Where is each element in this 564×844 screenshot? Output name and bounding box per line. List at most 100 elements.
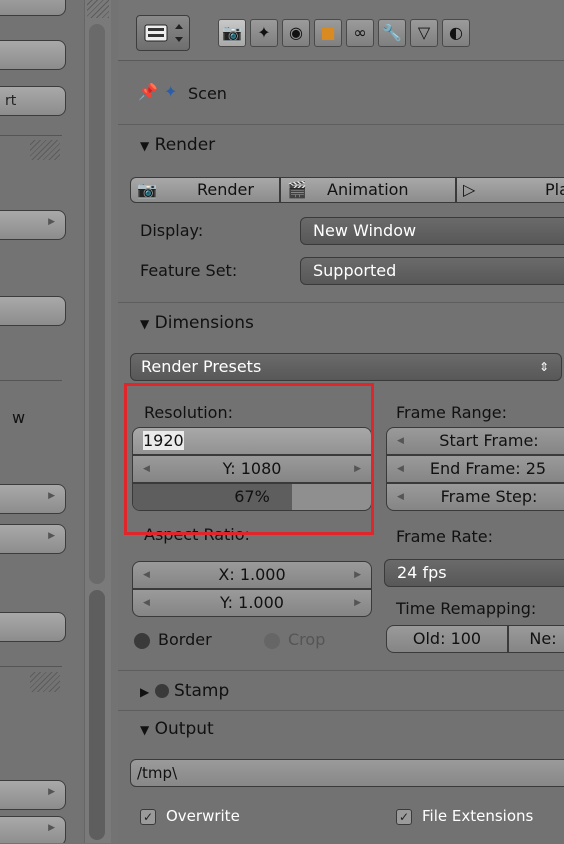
render-button[interactable]: 📷 Render <box>130 177 280 203</box>
time-remap-old-value: Old: 100 <box>412 629 482 648</box>
scene-icon: ✦ <box>257 23 271 42</box>
render-presets-label: Render Presets <box>141 357 262 376</box>
overwrite-label: Overwrite <box>166 807 240 825</box>
frame-step-value: Frame Step: <box>440 487 538 506</box>
resolution-x-field[interactable]: 1920 <box>132 427 372 455</box>
overwrite-checkbox[interactable]: ✓ <box>140 809 156 825</box>
left-dropdown-3[interactable]: ▶ <box>0 524 66 554</box>
stamp-section-header[interactable]: ▶ Stamp <box>140 681 229 701</box>
render-presets-dropdown[interactable]: Render Presets ⇕ <box>130 353 562 381</box>
expand-arrow-icon: ▼ <box>140 723 150 737</box>
tab-world[interactable]: ◉ <box>282 19 310 47</box>
border-checkbox[interactable] <box>134 633 150 649</box>
tab-render[interactable]: 📷 <box>218 19 246 47</box>
frame-range-label: Frame Range: <box>396 403 508 422</box>
resize-grip-icon[interactable] <box>30 672 60 692</box>
tab-object[interactable]: ■ <box>314 19 342 47</box>
border-label: Border <box>158 630 212 649</box>
aspect-ratio-label: Aspect Ratio: <box>144 525 250 544</box>
file-extensions-checkbox[interactable]: ✓ <box>396 809 412 825</box>
left-button-3[interactable]: rt <box>0 86 66 116</box>
dimensions-section-title: Dimensions <box>154 313 254 333</box>
corner-grip-icon[interactable] <box>87 0 109 18</box>
resolution-y-field[interactable]: ◀ Y: 1080 ▶ <box>132 455 372 483</box>
dimensions-section-header[interactable]: ▼ Dimensions <box>140 313 254 333</box>
left-button-5[interactable] <box>0 612 66 642</box>
pin-icon[interactable]: 📌 <box>138 82 158 101</box>
start-frame-value: Start Frame: <box>439 431 539 450</box>
tab-material[interactable]: ◐ <box>442 19 470 47</box>
editor-type-selector[interactable] <box>136 15 190 51</box>
resolution-percentage-slider[interactable]: 67% <box>132 483 372 511</box>
aspect-y-value: Y: 1.000 <box>220 593 284 612</box>
properties-panel: 📷 ✦ ◉ ■ ∞ 🔧 ▽ ◐ 📌 ✦ Scen ▼ Render 📷 Rend… <box>118 0 564 844</box>
increment-arrow-icon[interactable]: ▶ <box>354 590 361 616</box>
left-button-label: rt <box>5 93 17 109</box>
decrement-arrow-icon[interactable]: ◀ <box>397 456 404 482</box>
breadcrumb-scene[interactable]: Scen <box>188 84 227 103</box>
output-path-input[interactable]: /tmp\ <box>130 759 564 787</box>
aspect-x-field[interactable]: ◀ X: 1.000 ▶ <box>132 561 372 589</box>
decrement-arrow-icon[interactable]: ◀ <box>397 428 404 454</box>
left-scrollbar[interactable] <box>84 0 111 843</box>
display-label: Display: <box>140 221 204 240</box>
play-button[interactable]: ▷ Pla <box>456 177 564 203</box>
scrollbar-thumb[interactable] <box>89 590 105 840</box>
resolution-y-value: Y: 1080 <box>222 459 282 478</box>
display-dropdown[interactable]: New Window <box>300 217 564 245</box>
dimensions-section: ▼ Dimensions Render Presets ⇕ Resolution… <box>118 302 564 669</box>
clapperboard-icon: 🎬 <box>287 180 307 199</box>
time-remap-new-field[interactable]: Ne: <box>508 625 564 653</box>
animation-button-label: Animation <box>327 180 409 199</box>
properties-header: 📷 ✦ ◉ ■ ∞ 🔧 ▽ ◐ <box>118 0 564 61</box>
tab-constraints[interactable]: ∞ <box>346 19 374 47</box>
resize-grip-icon[interactable] <box>30 140 60 160</box>
frame-step-field[interactable]: ◀ Frame Step: <box>386 483 564 511</box>
time-remap-new-value: Ne: <box>529 629 557 648</box>
render-button-label: Render <box>197 180 254 199</box>
output-section-header[interactable]: ▼ Output <box>140 719 214 739</box>
left-button-2[interactable] <box>0 40 66 70</box>
scene-icon: ✦ <box>164 82 178 101</box>
dropdown-arrow-icon: ▶ <box>48 531 55 541</box>
resolution-percentage-value: 67% <box>234 487 270 506</box>
left-dropdown-5[interactable]: ▶ <box>0 816 66 843</box>
render-camera-icon: 📷 <box>137 180 157 199</box>
crop-checkbox[interactable] <box>264 633 280 649</box>
tab-scene[interactable]: ✦ <box>250 19 278 47</box>
render-section-header[interactable]: ▼ Render <box>140 135 215 155</box>
feature-set-dropdown[interactable]: Supported <box>300 257 564 285</box>
time-remap-old-field[interactable]: Old: 100 <box>386 625 508 653</box>
end-frame-field[interactable]: ◀ End Frame: 25 <box>386 455 564 483</box>
animation-button[interactable]: 🎬 Animation <box>280 177 456 203</box>
stamp-checkbox[interactable] <box>154 684 169 698</box>
material-icon: ◐ <box>449 23 463 42</box>
decrement-arrow-icon[interactable]: ◀ <box>143 456 150 482</box>
scrollbar-track[interactable] <box>89 24 105 584</box>
increment-arrow-icon[interactable]: ▶ <box>354 456 361 482</box>
decrement-arrow-icon[interactable]: ◀ <box>143 562 150 588</box>
render-camera-icon: 📷 <box>222 23 242 42</box>
decrement-arrow-icon[interactable]: ◀ <box>143 590 150 616</box>
output-section-title: Output <box>154 719 214 739</box>
play-button-label: Pla <box>545 180 564 199</box>
render-section: ▼ Render 📷 Render 🎬 Animation ▷ Pla Disp… <box>118 124 564 303</box>
left-button-top[interactable] <box>0 0 66 16</box>
end-frame-value: End Frame: 25 <box>429 459 547 478</box>
frame-rate-dropdown[interactable]: 24 fps <box>384 559 564 587</box>
left-view-label: w <box>12 408 26 427</box>
start-frame-field[interactable]: ◀ Start Frame: <box>386 427 564 455</box>
frame-rate-label: Frame Rate: <box>396 527 494 546</box>
aspect-y-field[interactable]: ◀ Y: 1.000 ▶ <box>132 589 372 617</box>
tab-data[interactable]: ▽ <box>410 19 438 47</box>
left-separator <box>0 666 62 667</box>
decrement-arrow-icon[interactable]: ◀ <box>397 484 404 510</box>
tab-modifiers[interactable]: 🔧 <box>378 19 406 47</box>
left-button-4[interactable] <box>0 296 66 326</box>
left-dropdown-1[interactable]: ▶ <box>0 210 66 240</box>
increment-arrow-icon[interactable]: ▶ <box>354 562 361 588</box>
left-dropdown-4[interactable]: ▶ <box>0 780 66 810</box>
left-dropdown-2[interactable]: ▶ <box>0 484 66 514</box>
left-separator <box>0 380 62 381</box>
dropdown-arrow-icon: ▶ <box>48 491 55 501</box>
